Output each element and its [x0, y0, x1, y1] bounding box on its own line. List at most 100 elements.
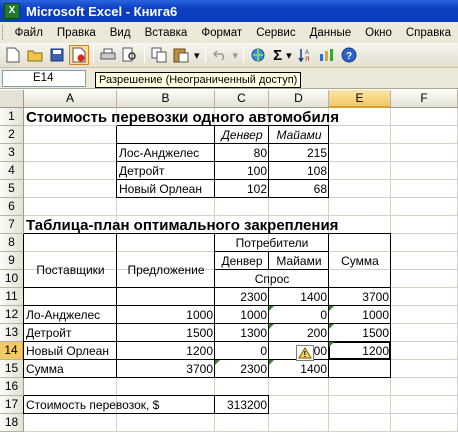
spreadsheet-grid[interactable]: A B C D E F 1 2 3 4 5 6 7 8 9 10 11 12 13 14 15 16 17 18 …: [0, 90, 458, 437]
menu-window[interactable]: Окно: [358, 27, 399, 39]
header-demand[interactable]: Спрос: [215, 270, 329, 288]
row-header-6[interactable]: 6: [0, 198, 24, 216]
row-header-8[interactable]: 8: [0, 234, 24, 252]
new-icon[interactable]: [4, 46, 22, 64]
print-preview-icon[interactable]: [121, 46, 139, 64]
row-header-15[interactable]: 15: [0, 360, 24, 378]
header-suppliers[interactable]: Поставщики: [24, 234, 117, 306]
help-icon[interactable]: ?: [340, 46, 358, 64]
row-header-3[interactable]: 3: [0, 144, 24, 162]
menu-format[interactable]: Формат: [194, 27, 249, 39]
cost-miami-value[interactable]: 108: [269, 162, 329, 180]
open-icon[interactable]: [26, 46, 44, 64]
cost-miami-value[interactable]: 68: [269, 180, 329, 198]
header-consumers[interactable]: Потребители: [215, 234, 329, 252]
menu-data[interactable]: Данные: [303, 27, 359, 39]
row-header-10[interactable]: 10: [0, 270, 24, 288]
header-supply[interactable]: Предложение: [117, 234, 215, 306]
cost-row-name[interactable]: Детройт: [117, 162, 215, 180]
excel-icon[interactable]: X: [4, 3, 20, 19]
column-header-a[interactable]: A: [24, 90, 117, 108]
menu-tools[interactable]: Сервис: [249, 27, 302, 39]
demand-total[interactable]: 3700: [329, 288, 391, 306]
menu-view[interactable]: Вид: [103, 27, 138, 39]
name-box[interactable]: E14: [2, 70, 86, 87]
hyperlink-icon[interactable]: [249, 46, 267, 64]
cost-row-name[interactable]: Новый Орлеан: [117, 180, 215, 198]
autosum-dropdown-icon[interactable]: ▾: [286, 49, 292, 62]
plan-header-miami[interactable]: Майами: [269, 252, 329, 270]
cost-denver-value[interactable]: 80: [215, 144, 269, 162]
undo-dropdown-icon[interactable]: ▾: [233, 49, 239, 62]
menu-edit[interactable]: Правка: [50, 27, 103, 39]
cost-miami-value[interactable]: 215: [269, 144, 329, 162]
row-header-2[interactable]: 2: [0, 126, 24, 144]
plan-supply[interactable]: 1000: [117, 306, 215, 324]
column-header-f[interactable]: F: [391, 90, 458, 108]
undo-icon[interactable]: [211, 46, 229, 64]
row-header-13[interactable]: 13: [0, 324, 24, 342]
row-header-11[interactable]: 11: [0, 288, 24, 306]
cell-border: [23, 234, 24, 378]
total-row-name[interactable]: Сумма: [24, 360, 117, 378]
plan-row-name[interactable]: Ло-Анджелес: [24, 306, 117, 324]
print-icon[interactable]: [99, 46, 117, 64]
plan-miami[interactable]: 200: [269, 324, 329, 342]
plan-header-denver[interactable]: Денвер: [215, 252, 269, 270]
plan-denver[interactable]: 0: [215, 342, 269, 360]
menu-help[interactable]: Справка: [399, 27, 458, 39]
header-miami[interactable]: Майами: [269, 126, 329, 144]
permission-icon[interactable]: [69, 45, 89, 65]
row-header-4[interactable]: 4: [0, 162, 24, 180]
paste-icon[interactable]: [172, 46, 190, 64]
active-cell-e14[interactable]: [328, 341, 391, 360]
row-header-18[interactable]: 18: [0, 414, 24, 432]
cost-denver-value[interactable]: 102: [215, 180, 269, 198]
row-header-7[interactable]: 7: [0, 216, 24, 234]
menu-insert[interactable]: Вставка: [138, 27, 195, 39]
column-header-b[interactable]: B: [117, 90, 215, 108]
total-miami[interactable]: 1400: [269, 360, 329, 378]
row-header-12[interactable]: 12: [0, 306, 24, 324]
plan-miami[interactable]: 0: [269, 306, 329, 324]
paste-dropdown-icon[interactable]: ▾: [194, 49, 200, 62]
chart-icon[interactable]: [318, 46, 336, 64]
total-denver[interactable]: 2300: [215, 360, 269, 378]
cost-value[interactable]: 313200: [215, 396, 269, 414]
row-header-17[interactable]: 17: [0, 396, 24, 414]
select-all-corner[interactable]: [0, 90, 24, 108]
header-sum[interactable]: Сумма: [329, 234, 391, 288]
toolbar-separator: [144, 47, 145, 63]
sheet-title-plan[interactable]: Таблица-план оптимального закрепления: [24, 216, 458, 234]
plan-denver[interactable]: 1000: [215, 306, 269, 324]
plan-row-name[interactable]: Детройт: [24, 324, 117, 342]
menu-file[interactable]: Файл: [8, 27, 50, 39]
autosum-icon[interactable]: Σ: [273, 47, 282, 64]
total-supply[interactable]: 3700: [117, 360, 215, 378]
plan-supply[interactable]: 1200: [117, 342, 215, 360]
cost-denver-value[interactable]: 100: [215, 162, 269, 180]
demand-miami[interactable]: 1400: [269, 288, 329, 306]
column-header-d[interactable]: D: [269, 90, 329, 108]
row-header-14[interactable]: 14: [0, 342, 24, 360]
row-header-16[interactable]: 16: [0, 378, 24, 396]
row-header-5[interactable]: 5: [0, 180, 24, 198]
demand-denver[interactable]: 2300: [215, 288, 269, 306]
sort-icon[interactable]: AЯ: [296, 46, 314, 64]
save-icon[interactable]: [48, 46, 66, 64]
error-warning-icon[interactable]: !: [296, 345, 314, 361]
plan-row-name[interactable]: Новый Орлеан: [24, 342, 117, 360]
header-denver[interactable]: Денвер: [215, 126, 269, 144]
row-header-9[interactable]: 9: [0, 252, 24, 270]
plan-supply[interactable]: 1500: [117, 324, 215, 342]
cost-label[interactable]: Стоимость перевозок, $: [24, 396, 215, 414]
cost-row-name[interactable]: Лос-Анджелес: [117, 144, 215, 162]
plan-sum[interactable]: 1000: [329, 306, 391, 324]
copy-icon[interactable]: [150, 46, 168, 64]
column-header-e[interactable]: E: [329, 90, 391, 108]
plan-sum[interactable]: 1500: [329, 324, 391, 342]
sheet-title-cost[interactable]: Стоимость перевозки одного автомобиля: [24, 108, 458, 126]
column-header-c[interactable]: C: [215, 90, 269, 108]
plan-denver[interactable]: 1300: [215, 324, 269, 342]
row-header-1[interactable]: 1: [0, 108, 24, 126]
